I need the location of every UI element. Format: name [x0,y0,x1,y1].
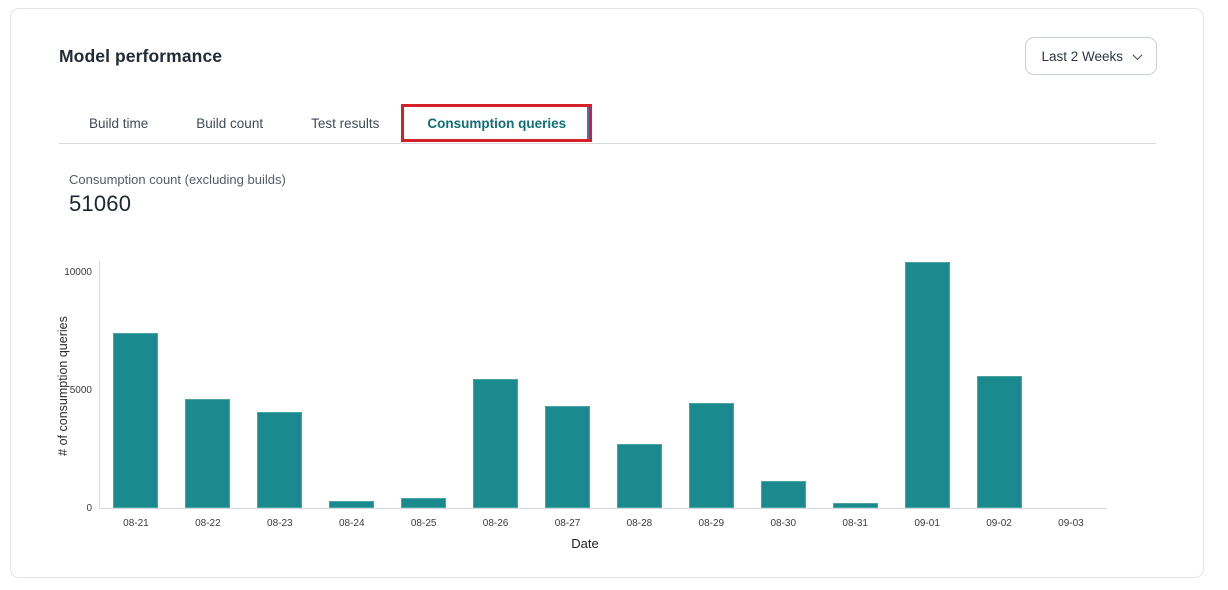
x-tick-label: 08-28 [603,518,675,529]
bar-08-24[interactable] [329,501,374,508]
x-tick-label: 08-30 [747,518,819,529]
x-tick-label: 08-25 [388,518,460,529]
chart-band: 08-23 [244,261,316,508]
x-tick-label: 08-21 [100,518,172,529]
bar-09-02[interactable] [977,376,1022,508]
y-tick-label: 0 [11,503,92,515]
chart-band: 09-02 [963,261,1035,508]
x-tick-label: 08-29 [675,518,747,529]
chart-band: 08-31 [819,261,891,508]
consumption-queries-chart: # of consumption queries 0500010000 08-2… [11,9,1203,577]
chart-band: 08-28 [603,261,675,508]
chart-band: 09-03 [1035,261,1107,508]
x-axis-title: Date [81,536,1089,551]
chart-plot: 08-2108-2208-2308-2408-2508-2608-2708-28… [99,261,1107,509]
bar-08-27[interactable] [545,406,590,508]
chart-band: 08-21 [100,261,172,508]
chart-band: 08-25 [388,261,460,508]
bar-08-28[interactable] [617,444,662,508]
chart-band: 09-01 [891,261,963,508]
bar-08-21[interactable] [113,333,158,508]
chart-band: 08-29 [675,261,747,508]
bar-08-22[interactable] [185,399,230,508]
y-tick-label: 10000 [11,267,92,279]
y-tick-label: 5000 [11,385,92,397]
chart-band: 08-22 [172,261,244,508]
bar-09-01[interactable] [905,262,950,508]
bar-08-30[interactable] [761,481,806,508]
model-performance-card: Model performance Last 2 Weeks Build tim… [10,8,1204,578]
bar-08-31[interactable] [833,503,878,508]
chart-band: 08-24 [316,261,388,508]
x-tick-label: 09-02 [963,518,1035,529]
bar-08-23[interactable] [257,412,302,508]
x-tick-label: 08-27 [532,518,604,529]
x-tick-label: 09-03 [1035,518,1107,529]
x-tick-label: 08-24 [316,518,388,529]
x-tick-label: 08-23 [244,518,316,529]
x-tick-label: 08-22 [172,518,244,529]
x-tick-label: 08-31 [819,518,891,529]
chart-band: 08-30 [747,261,819,508]
bar-08-29[interactable] [689,403,734,508]
chart-band: 08-26 [460,261,532,508]
x-tick-label: 09-01 [891,518,963,529]
x-tick-label: 08-26 [460,518,532,529]
chart-band: 08-27 [532,261,604,508]
bar-08-25[interactable] [401,498,446,508]
bar-08-26[interactable] [473,379,518,508]
